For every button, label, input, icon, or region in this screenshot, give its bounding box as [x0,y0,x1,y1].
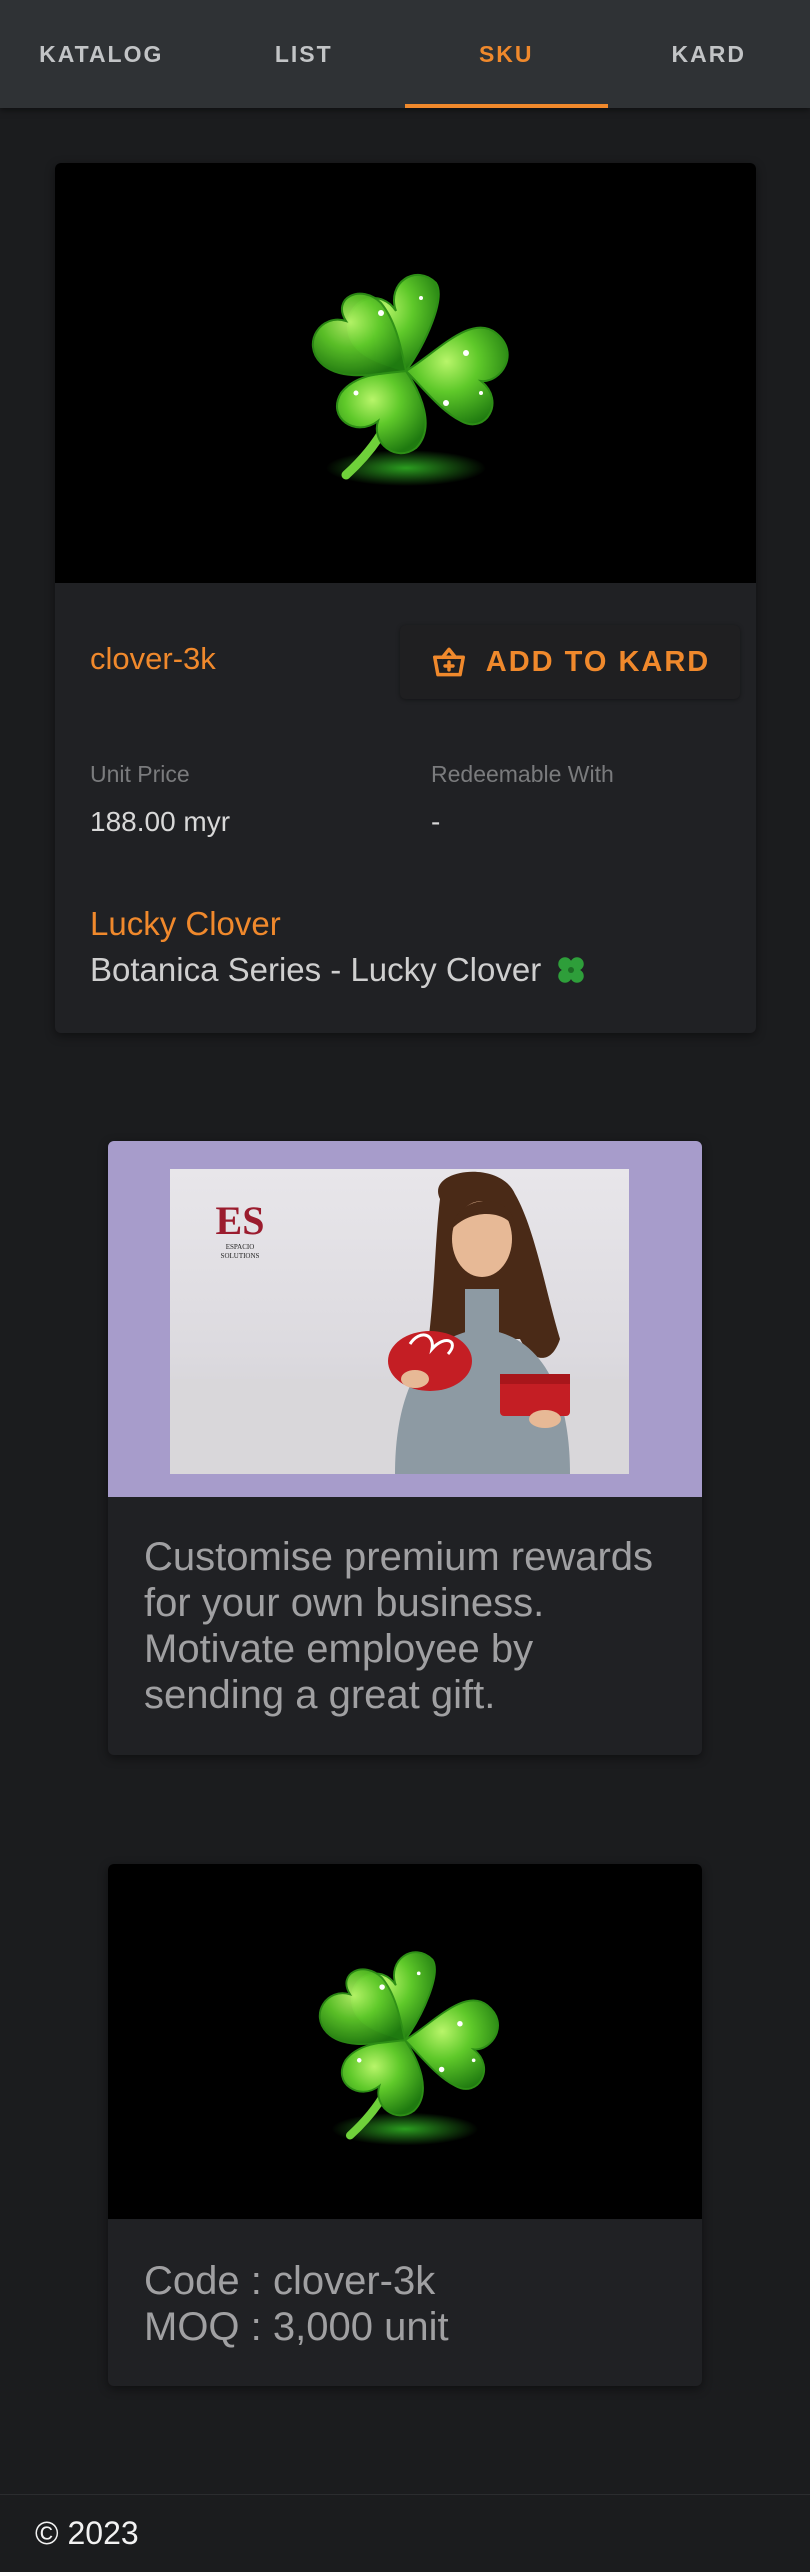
promo-photo: ES ESPACIO SOLUTIONS [170,1169,629,1474]
moq-line: MOQ : 3,000 unit [144,2305,449,2349]
sku-code: clover-3k [90,641,216,676]
redeemable-label: Redeemable With [431,761,614,787]
four-leaf-clover-icon [295,1923,515,2161]
tab-list[interactable]: LIST [203,0,406,108]
sku-row: clover-3k ADD TO KARD [55,583,756,733]
unit-price-value: 188.00 myr [90,806,231,837]
product-description: Botanica Series - Lucky Clover [90,951,589,989]
product-name: Lucky Clover [90,905,281,942]
promo-banner: ES ESPACIO SOLUTIONS [108,1141,702,1497]
top-tab-bar: KATALOG LIST SKU KARD [0,0,810,108]
redeemable-value: - [431,806,441,837]
footer: © 2023 [0,2494,810,2572]
tab-sku[interactable]: SKU [405,0,608,108]
sku-detail-card: Code : clover-3k MOQ : 3,000 unit [108,1864,702,2386]
woman-with-gift-image [170,1171,629,1474]
tab-katalog[interactable]: KATALOG [0,0,203,108]
sku-detail-image [108,1864,702,2219]
four-leaf-clover-icon [286,243,526,503]
add-to-kard-button[interactable]: ADD TO KARD [400,625,740,699]
copyright-text: © 2023 [35,2515,139,2551]
product-description-text: Botanica Series - Lucky Clover [90,951,542,988]
unit-price-label: Unit Price [90,761,190,787]
tab-kard[interactable]: KARD [608,0,810,108]
product-image [55,163,756,583]
clover-emoji-icon [558,957,584,983]
code-line: Code : clover-3k [144,2259,436,2303]
product-card: clover-3k ADD TO KARD Unit Price 188.00 … [55,163,756,1033]
promo-text: Customise premium rewards for your own b… [144,1535,654,1717]
promo-card: ES ESPACIO SOLUTIONS Customise premium r… [108,1141,702,1755]
basket-icon [432,647,465,677]
add-to-kard-label: ADD TO KARD [485,645,711,678]
sku-detail-text: Code : clover-3k MOQ : 3,000 unit [144,2258,449,2350]
